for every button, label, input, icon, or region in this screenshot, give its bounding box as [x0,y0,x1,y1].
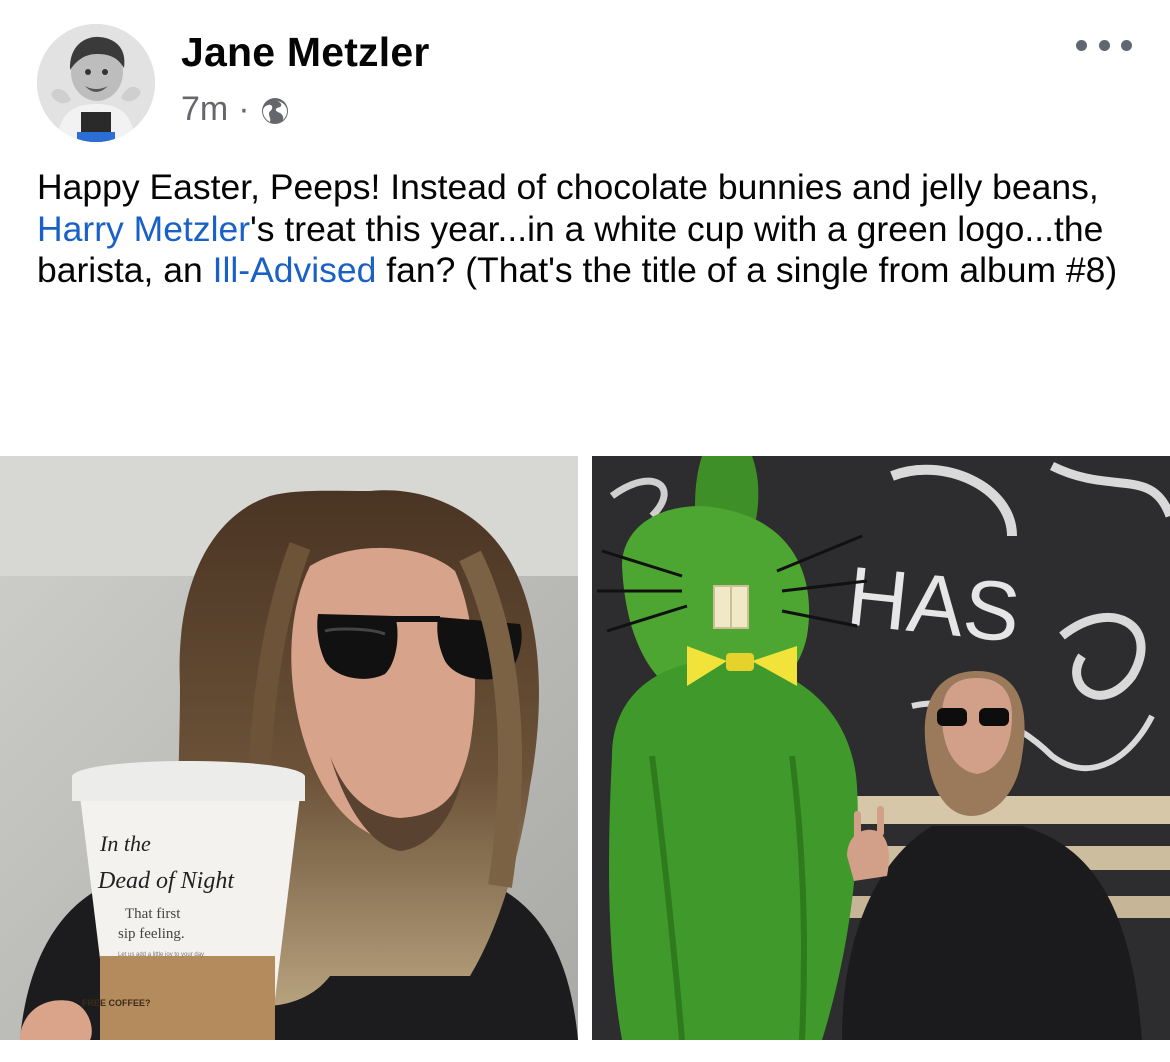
more-dot [1076,39,1087,51]
more-dot [1121,39,1132,51]
hashtag-link[interactable]: Ill-Advised [213,250,377,290]
meta-separator: · [238,90,250,128]
more-options-icon[interactable] [1076,30,1132,60]
post-photo-bunny[interactable]: HAS [592,456,1170,1040]
mention-link[interactable]: Harry Metzler [37,209,250,249]
post-text-part: Happy Easter, Peeps! Instead of chocolat… [37,167,1099,207]
post-photo-coffee[interactable]: In the Dead of Night That first sip feel… [0,456,578,1040]
post-text-part: fan? (That's the title of a single from … [376,250,1118,291]
post-text: Happy Easter, Peeps! Instead of chocolat… [37,167,1137,292]
cup-print-2: sip feeling. [118,926,185,942]
post-timestamp[interactable]: 7m [181,88,228,130]
cup-print-1: That first [125,906,181,922]
author-name[interactable]: Jane Metzler [181,28,430,76]
more-dot [1098,39,1110,51]
globe-icon[interactable] [260,94,290,124]
post-meta: 7m · [181,88,290,130]
author-avatar[interactable] [37,24,155,142]
wall-chalk-text: HAS [843,548,1025,660]
cup-writing-2: Dead of Night [97,868,235,894]
cup-small-print: Let us add a little joy to your day [118,952,204,958]
cup-sleeve-text: FREE COFFEE? [82,998,151,1008]
cup-writing-1: In the [99,831,151,856]
